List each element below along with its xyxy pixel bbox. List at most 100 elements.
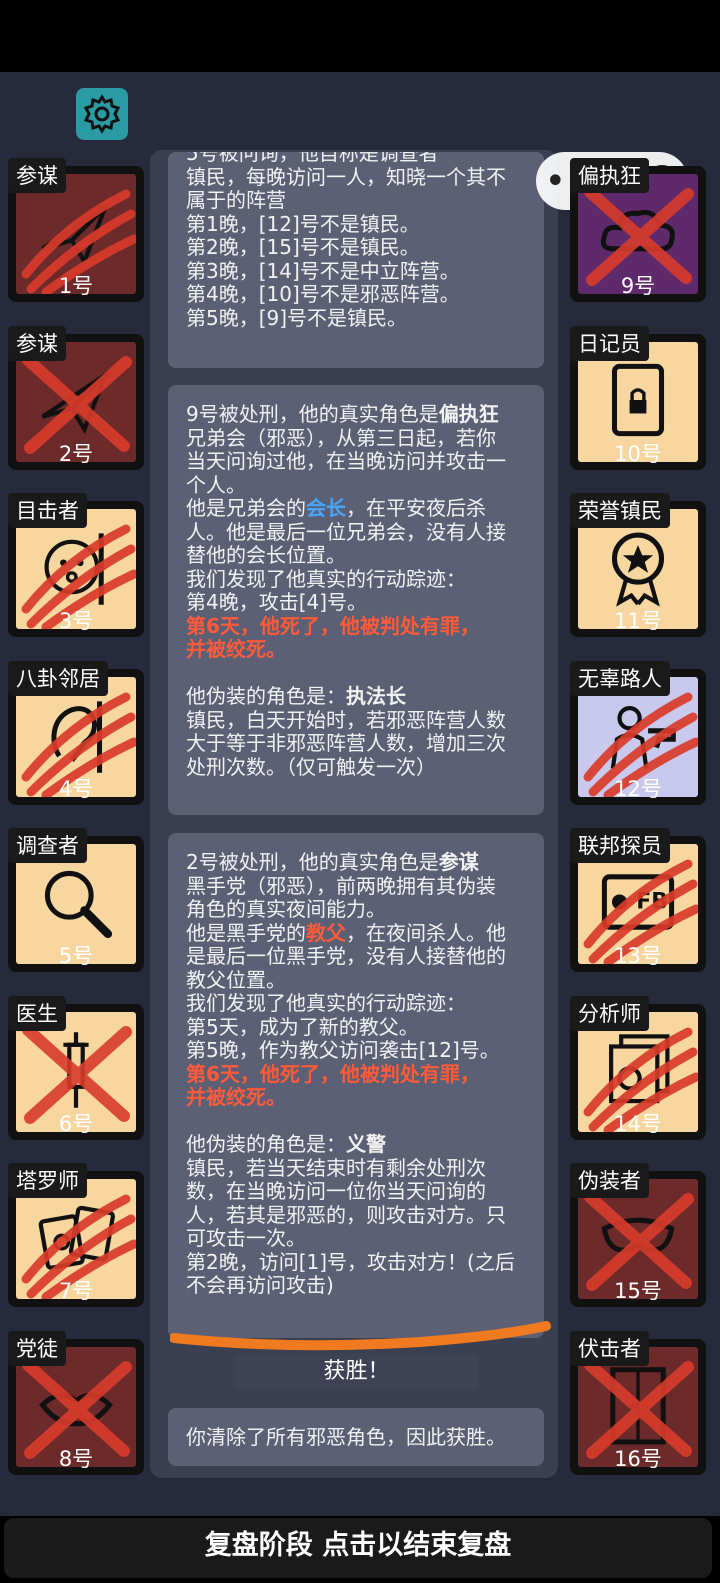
death-text: 并被绞死。 [186,637,286,661]
msg-text: 不会再访问攻击) [186,1273,334,1297]
role-label: 伪装者 [570,1163,649,1198]
msg-text: 是最后一位黑手党，没有人接替他的 [186,944,506,968]
msg-text: 人，若其是邪恶的，则攻击对方。只 [186,1202,506,1227]
msg-text: 他伪装的角色是： [186,684,346,708]
locked-diary-icon [611,363,665,436]
msg-text: 第5天，成为了新的教父。 [186,1014,419,1039]
player-card[interactable]: 八卦邻居 4号 [8,660,144,805]
player-number: 12号 [614,776,662,801]
true-role: 参谋 [438,850,479,874]
msg-text: 可攻击一次。 [186,1226,306,1250]
player-number: 8号 [58,1446,94,1471]
player-card[interactable]: 无辜路人 12号 [570,660,706,805]
disguise-role: 义警 [346,1132,386,1156]
settings-button[interactable] [76,88,128,140]
orange-underline-annotation [170,1321,551,1351]
rank-label: 教父 [306,920,346,945]
rank-label: 会长 [306,496,346,520]
player-card[interactable]: 塔罗师 7号 [8,1163,144,1307]
msg-text: 9号被处刑，他的真实角色是 [186,402,439,426]
role-label: 参谋 [8,325,66,361]
player-number: 15号 [614,1279,662,1303]
msg1-line: 第3晚，[14]号不是中立阵营。 [186,258,460,283]
msg-text: 他伪装的角色是： [186,1132,346,1156]
player-card[interactable]: 参谋 1号 [8,158,144,302]
player-card[interactable]: FBI 联邦探员 13号 [570,828,706,972]
player-card[interactable]: 医生 6号 [8,995,144,1140]
msg-text: 镇民，白天开始时，若邪恶阵营人数 [186,707,506,732]
msg-text: 他是黑手党的 [186,920,306,945]
gear-icon [83,94,121,134]
player-card[interactable]: 日记员 10号 [570,325,706,470]
msg-text: 当天问询过他，在当晚访问并攻击一 [186,449,506,473]
player-number: 13号 [614,944,662,968]
msg-text: 你清除了所有邪恶角色，因此获胜。 [186,1425,506,1449]
true-role: 偏执狂 [438,402,499,426]
msg-text: 处刑次数。（仅可触发一次） [186,754,436,779]
player-card[interactable]: 党徒 8号 [8,1330,144,1475]
role-label: 塔罗师 [8,1163,87,1198]
msg-text: 第5晚，作为教父访问袭击[12]号。 [186,1038,500,1062]
player-number: 7号 [58,1279,94,1303]
msg-text: 个人。 [186,472,246,497]
msg-text: 人。他是最后一位兄弟会，没有人接 [186,519,506,544]
msg-text: 我们发现了他真实的行动踪迹： [186,991,466,1015]
msg-text: 黑手党（邪恶），前两晚拥有其伪装 [186,873,496,898]
medal-icon [611,532,665,607]
role-label: 参谋 [8,158,66,193]
end-review-button[interactable]: 复盘阶段 点击以结束复盘 [4,1518,712,1578]
player-number: 6号 [58,1111,94,1136]
status-bar [0,0,720,72]
msg-text: 他是兄弟会的 [186,496,306,520]
msg-text: 镇民，若当天结束时有剩余处刑次 [186,1155,486,1180]
role-label: 目击者 [8,493,87,528]
msg1-line: 属于的阵营 [186,188,286,212]
role-label: 偏执狂 [570,158,649,193]
msg-text: 2号被处刑，他的真实角色是 [186,850,439,874]
player-number: 16号 [614,1446,662,1471]
player-card[interactable]: 偏执狂 9号 [570,158,706,302]
role-label: 无辜路人 [570,660,670,696]
player-number: 4号 [58,776,94,801]
victory-message: 你清除了所有邪恶角色，因此获胜。 [168,1408,544,1466]
msg-text: 我们发现了他真实的行动踪迹： [186,566,466,591]
death-text: 第6天，他死了，他被判处有罪， [186,613,480,638]
role-label: 联邦探员 [570,828,670,863]
execution-message-9: 9号被处刑，他的真实角色是偏执狂 兄弟会（邪恶），从第三日起，若你 当天问询过他… [168,385,544,815]
victory-label: 获胜！ [235,1354,478,1390]
role-label: 调查者 [8,828,87,863]
role-label: 党徒 [8,1330,66,1366]
player-card[interactable]: 分析师 14号 [570,995,706,1140]
player-card[interactable]: 伏击者 16号 [570,1330,706,1475]
player-card[interactable]: 调查者 5号 [8,828,144,972]
msg-text: ，在夜间杀人。他 [346,920,506,945]
msg-text: 替他的会长位置。 [186,543,346,567]
player-card[interactable]: 荣誉镇民 11号 [570,493,706,637]
msg1-line: 第5晚，[9]号不是镇民。 [186,305,408,330]
msg-text: 兄弟会（邪恶），从第三日起，若你 [186,425,496,450]
msg-text: 教父位置。 [186,967,286,992]
role-label: 伏击者 [570,1330,649,1366]
player-card[interactable]: 目击者 3号 [8,493,144,637]
role-label: 八卦邻居 [8,660,108,696]
player-number: 11号 [614,609,662,633]
player-number: 14号 [614,1111,662,1136]
disguise-role: 执法长 [346,684,406,708]
msg-text: 大于等于非邪恶阵营人数，增加三次 [186,731,506,755]
msg1-line: 第1晚，[12]号不是镇民。 [186,211,420,236]
role-label: 分析师 [570,995,649,1031]
role-label: 日记员 [570,325,649,361]
death-text: 并被绞死。 [186,1085,286,1109]
player-card[interactable]: 参谋 2号 [8,325,144,470]
msg1-line: 第2晚，[15]号不是镇民。 [186,235,420,259]
msg-text: 第2晚，访问[1]号，攻击对方！(之后 [186,1249,515,1274]
player-number: 9号 [620,274,656,298]
role-label: 荣誉镇民 [570,493,670,528]
msg1-line: 第4晚，[10]号不是邪恶阵营。 [186,282,460,306]
magnifier-icon [44,870,113,939]
msg-text: 第4晚，攻击[4]号。 [186,590,368,614]
msg-text: 数，在当晚访问一位你当天问询的 [186,1179,486,1203]
player-card[interactable]: 伪装者 15号 [570,1163,706,1307]
interrogation-message: 5号被问询，他自称是调查者 镇民，每晚访问一人，知晓一个其不 属于的阵营 第1晚… [168,152,544,368]
player-number: 10号 [614,441,662,466]
